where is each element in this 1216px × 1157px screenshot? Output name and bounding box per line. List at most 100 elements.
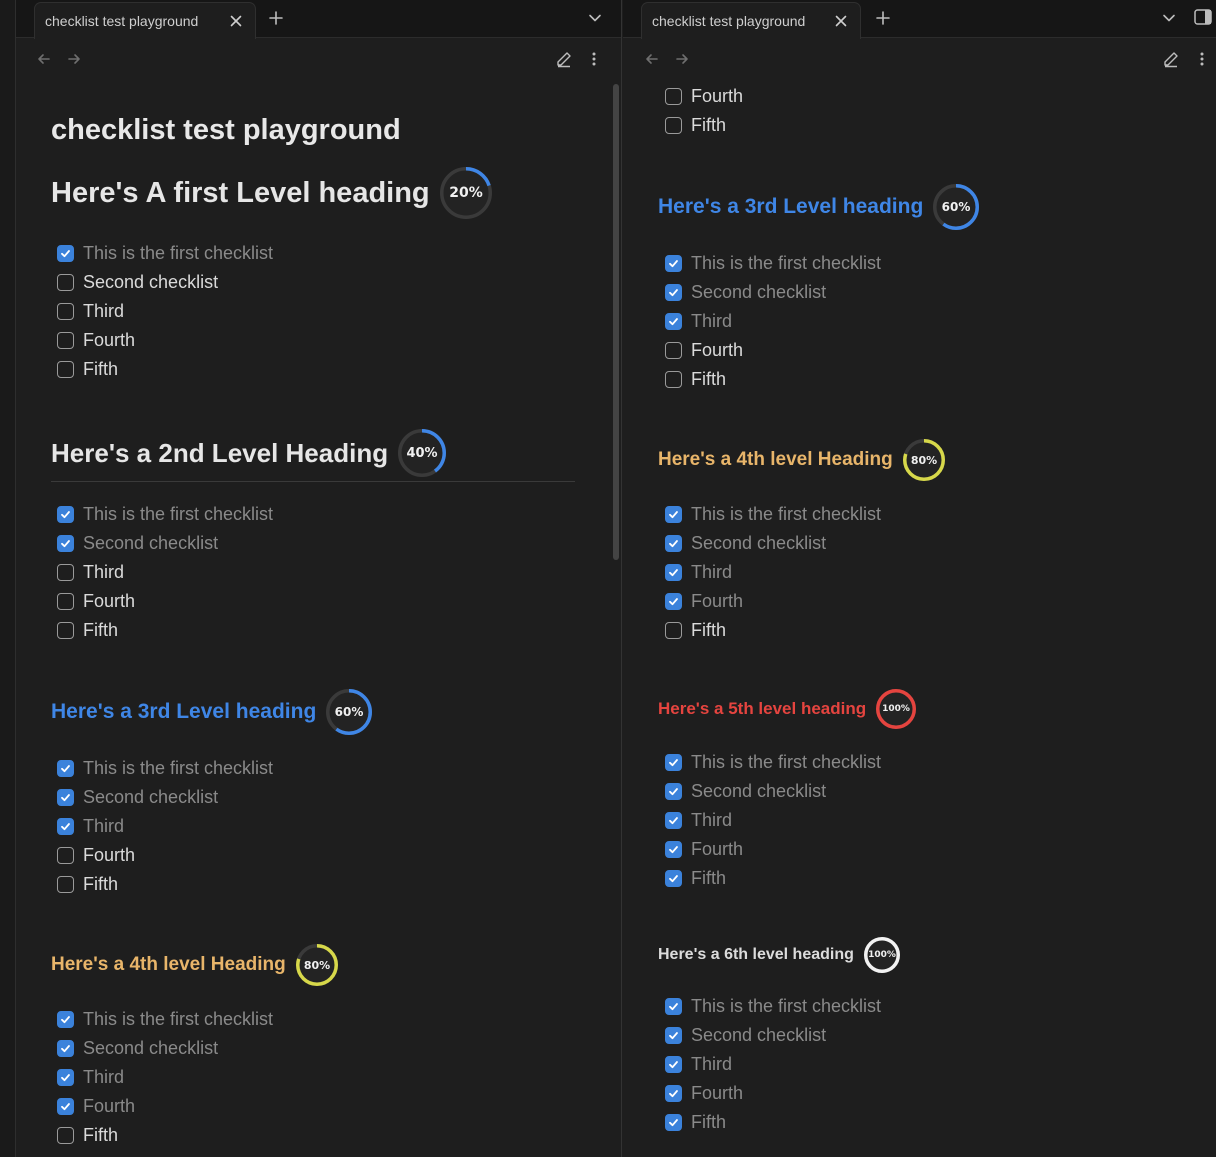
- checklist-item-text: Fifth: [691, 620, 727, 640]
- more-vertical-icon[interactable]: [582, 47, 606, 71]
- arrow-left-icon[interactable]: [640, 47, 664, 71]
- checkbox[interactable]: [57, 303, 74, 320]
- more-vertical-icon[interactable]: [1190, 47, 1214, 71]
- plus-icon[interactable]: [265, 7, 287, 29]
- checkbox[interactable]: [57, 789, 74, 806]
- checkbox[interactable]: [57, 274, 74, 291]
- checklist-item-text: Fourth: [83, 845, 136, 865]
- checkbox[interactable]: [57, 876, 74, 893]
- plus-icon[interactable]: [872, 7, 894, 29]
- checkbox[interactable]: [665, 117, 682, 134]
- checklist-item: This is the first checklist: [665, 249, 881, 278]
- checkbox[interactable]: [665, 593, 682, 610]
- chevron-down-icon[interactable]: [1158, 7, 1180, 29]
- checklist-item-text: This is the first checklist: [691, 253, 882, 273]
- checklist-item-text: Fourth: [691, 839, 744, 859]
- checklist-item: Fifth: [57, 616, 118, 645]
- close-icon[interactable]: [227, 12, 245, 30]
- checkbox[interactable]: [665, 255, 682, 272]
- checkbox[interactable]: [57, 847, 74, 864]
- checkbox[interactable]: [665, 88, 682, 105]
- checkbox[interactable]: [57, 593, 74, 610]
- checklist-item-text: Fourth: [83, 591, 136, 611]
- checkbox[interactable]: [665, 564, 682, 581]
- heading-level-4: Here's a 4th level Heading: [51, 954, 286, 975]
- checkbox[interactable]: [57, 361, 74, 378]
- close-icon[interactable]: [832, 12, 850, 30]
- checkbox[interactable]: [665, 284, 682, 301]
- heading-level-6: Here's a 6th level heading: [658, 946, 854, 963]
- pencil-icon[interactable]: [552, 47, 576, 71]
- checklist-item: Fifth: [665, 616, 726, 645]
- scrollbar[interactable]: [613, 84, 619, 560]
- checklist-item: Second checklist: [57, 268, 218, 297]
- tab-note[interactable]: checklist test playground: [641, 2, 861, 39]
- checkbox[interactable]: [665, 812, 682, 829]
- progress-ring: 80%: [295, 943, 339, 987]
- checklist-item-text: Fourth: [691, 340, 744, 360]
- progress-label: 40%: [406, 445, 438, 461]
- checkbox[interactable]: [665, 1085, 682, 1102]
- arrow-right-icon[interactable]: [670, 47, 694, 71]
- checkbox[interactable]: [665, 754, 682, 771]
- checkbox[interactable]: [57, 535, 74, 552]
- checkbox[interactable]: [57, 1040, 74, 1057]
- checkbox[interactable]: [57, 1011, 74, 1028]
- checkbox[interactable]: [57, 760, 74, 777]
- checkbox[interactable]: [665, 342, 682, 359]
- checkbox[interactable]: [665, 783, 682, 800]
- heading-level-4: Here's a 4th level Heading: [658, 449, 893, 470]
- checkbox[interactable]: [57, 506, 74, 523]
- checkbox[interactable]: [665, 622, 682, 639]
- checklist-item: Second checklist: [57, 1034, 218, 1063]
- checkbox[interactable]: [665, 535, 682, 552]
- checklist-item-text: Second checklist: [83, 1038, 219, 1058]
- checklist-item: Third: [665, 307, 732, 336]
- checkbox[interactable]: [665, 313, 682, 330]
- arrow-right-icon[interactable]: [62, 47, 86, 71]
- checklist-item-text: Third: [83, 816, 125, 836]
- checkbox[interactable]: [665, 998, 682, 1015]
- checkbox[interactable]: [665, 841, 682, 858]
- checklist-item: Second checklist: [665, 529, 826, 558]
- checkbox[interactable]: [57, 564, 74, 581]
- checkbox[interactable]: [665, 506, 682, 523]
- progress-label: 100%: [868, 950, 896, 960]
- heading-level-3: Here's a 3rd Level heading: [658, 195, 924, 218]
- checkbox[interactable]: [665, 870, 682, 887]
- checklist-item: Fourth: [57, 587, 135, 616]
- checklist-item-text: This is the first checklist: [691, 996, 882, 1016]
- progress-label: 100%: [882, 704, 910, 714]
- chevron-down-icon[interactable]: [584, 7, 606, 29]
- checkbox[interactable]: [57, 622, 74, 639]
- sidebar-toggle-icon[interactable]: [1192, 6, 1214, 28]
- checklist-item: Fourth: [665, 587, 743, 616]
- checkbox[interactable]: [57, 1098, 74, 1115]
- note-title: checklist test playground: [51, 114, 401, 146]
- checklist-item: Second checklist: [665, 1021, 826, 1050]
- checklist-item-text: Second checklist: [691, 781, 827, 801]
- arrow-left-icon[interactable]: [32, 47, 56, 71]
- checklist-item-text: Fifth: [691, 1112, 727, 1132]
- checklist-item-text: Fifth: [691, 115, 727, 135]
- view-header: [16, 39, 621, 81]
- checklist-item-text: Second checklist: [691, 1025, 827, 1045]
- checkbox[interactable]: [57, 332, 74, 349]
- checklist-item-text: Third: [691, 562, 733, 582]
- checklist-item-text: Third: [691, 810, 733, 830]
- checkbox[interactable]: [57, 1069, 74, 1086]
- progress-ring: 20%: [439, 166, 493, 220]
- checklist-item: Second checklist: [57, 783, 218, 812]
- progress-label: 60%: [941, 200, 971, 214]
- checklist-item: Fifth: [665, 1108, 726, 1137]
- checkbox[interactable]: [57, 818, 74, 835]
- checkbox[interactable]: [665, 1114, 682, 1131]
- checkbox[interactable]: [665, 371, 682, 388]
- pencil-icon[interactable]: [1159, 47, 1183, 71]
- checklist-item: Third: [57, 812, 124, 841]
- tab-note[interactable]: checklist test playground: [34, 2, 256, 39]
- checkbox[interactable]: [57, 245, 74, 262]
- checkbox[interactable]: [57, 1127, 74, 1144]
- checkbox[interactable]: [665, 1056, 682, 1073]
- checkbox[interactable]: [665, 1027, 682, 1044]
